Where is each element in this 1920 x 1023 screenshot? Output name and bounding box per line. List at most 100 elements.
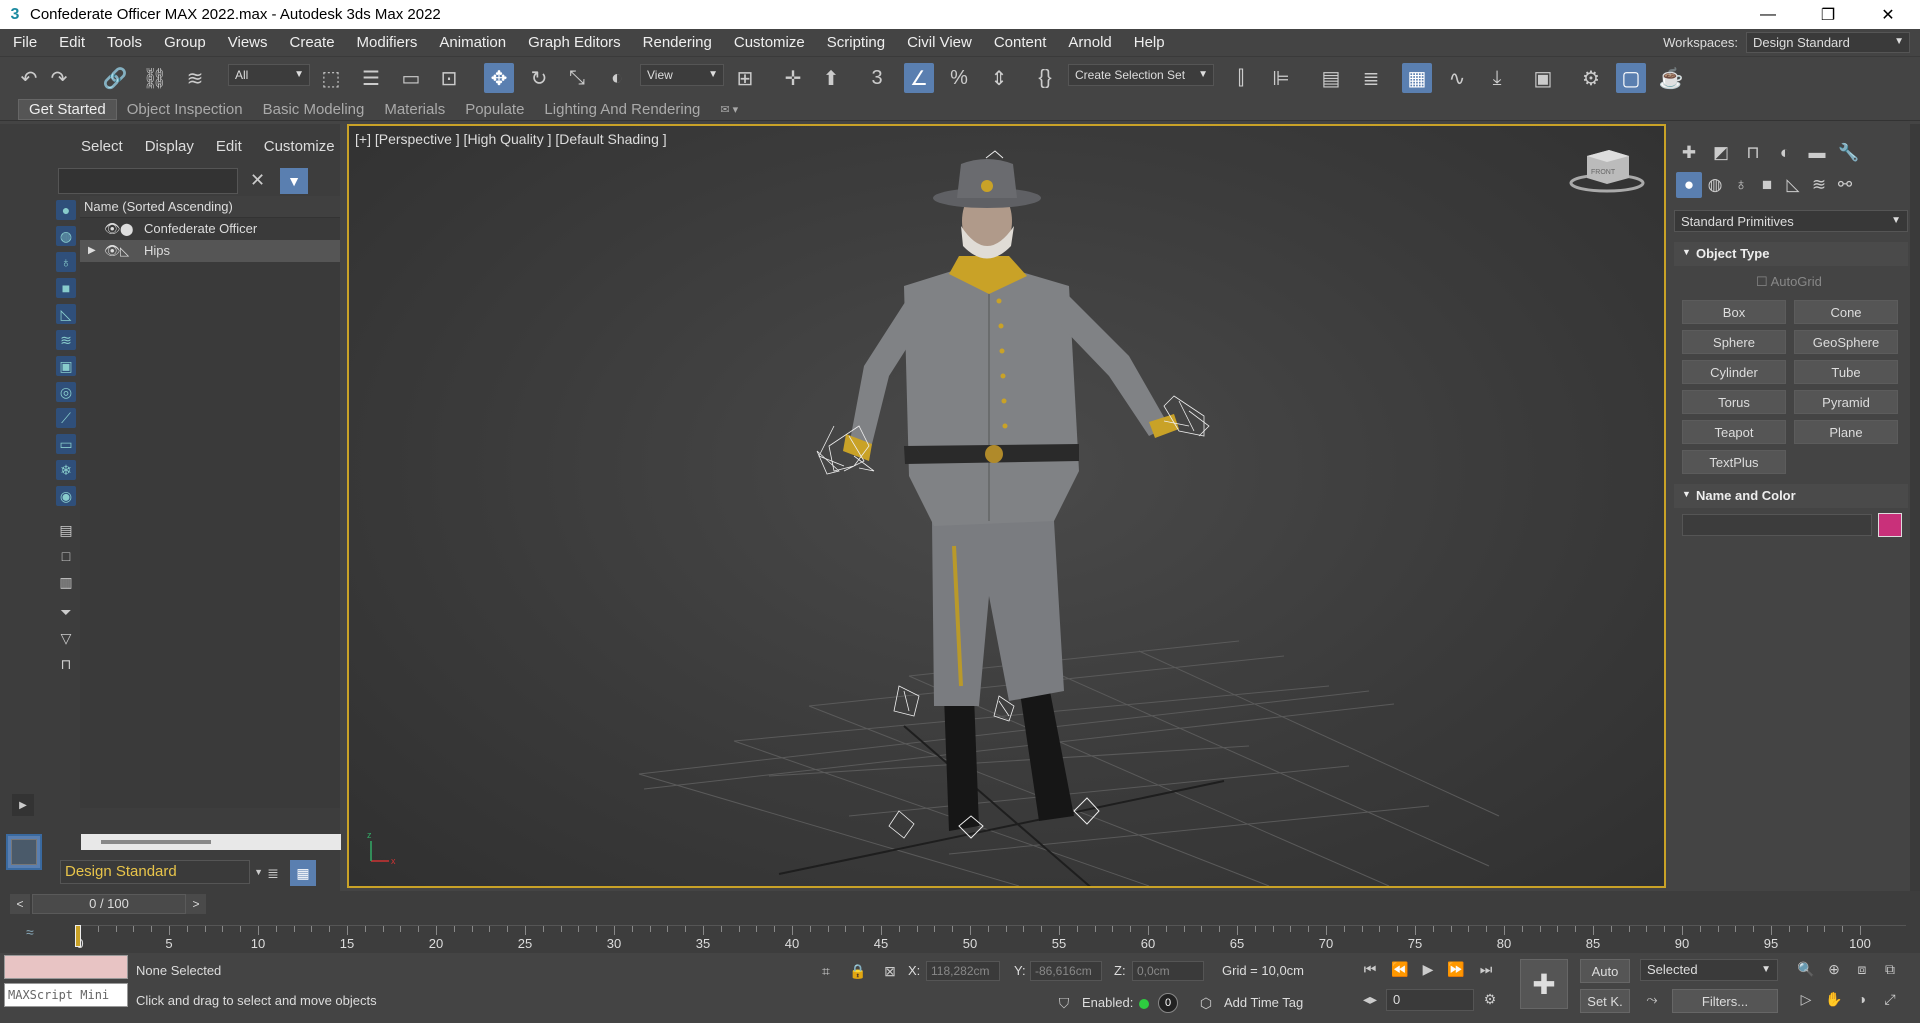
- motion-tab-icon[interactable]: ◐: [1772, 140, 1798, 166]
- helpers-category-icon[interactable]: ◺: [1780, 172, 1806, 198]
- geometry-category-icon[interactable]: ●: [1676, 172, 1702, 198]
- material-editor-icon[interactable]: ▣: [1528, 63, 1558, 93]
- go-to-end-icon[interactable]: ⏭: [1474, 957, 1498, 981]
- window-crossing-icon[interactable]: ⊡: [434, 63, 464, 93]
- render-setup-icon[interactable]: ⚙: [1576, 63, 1606, 93]
- adaptive-degradation-icon[interactable]: ⛉: [1052, 991, 1076, 1015]
- modify-tab-icon[interactable]: ◩: [1708, 140, 1734, 166]
- tab-lighting-and-rendering[interactable]: Lighting And Rendering: [534, 101, 710, 118]
- angle-snap-icon[interactable]: ∠: [904, 63, 934, 93]
- keyboard-shortcut-override-icon[interactable]: ⬆: [816, 63, 846, 93]
- display-xrefs-icon[interactable]: ◎: [56, 382, 76, 402]
- menu-views[interactable]: Views: [217, 34, 279, 51]
- render-production-icon[interactable]: ☕: [1656, 63, 1686, 93]
- display-geometry-icon[interactable]: ●: [56, 200, 76, 220]
- menu-graph-editors[interactable]: Graph Editors: [517, 34, 632, 51]
- select-object-icon[interactable]: ⬚: [316, 63, 346, 93]
- select-and-rotate-icon[interactable]: ↻: [524, 63, 554, 93]
- menu-scripting[interactable]: Scripting: [816, 34, 896, 51]
- explorer-tab-display[interactable]: Display: [134, 138, 205, 155]
- bind-space-warp-icon[interactable]: ≋: [180, 63, 210, 93]
- rendered-frame-window-icon[interactable]: ▢: [1616, 63, 1646, 93]
- layer-dropdown[interactable]: Design Standard ▼: [60, 860, 263, 884]
- play-icon[interactable]: ▶: [1416, 957, 1440, 981]
- minimize-button[interactable]: —: [1745, 0, 1791, 29]
- display-shapes-icon[interactable]: ◍: [56, 226, 76, 246]
- viewport-layout-tab[interactable]: [6, 834, 42, 870]
- object-type-rollout-header[interactable]: ▼ Object Type: [1674, 242, 1908, 266]
- perspective-viewport[interactable]: FRONT z x [+] [Perspective ] [High Quali…: [347, 124, 1666, 888]
- time-slider[interactable]: 0 / 100: [32, 894, 186, 914]
- key-filter-dropdown[interactable]: Selected ▼: [1640, 959, 1778, 981]
- explorer-horizontal-scrollbar[interactable]: [81, 834, 341, 850]
- tab-basic-modeling[interactable]: Basic Modeling: [253, 101, 375, 118]
- reference-coordinate-dropdown[interactable]: View ▼: [640, 64, 724, 86]
- pivot-center-icon[interactable]: ⊞: [730, 63, 760, 93]
- key-mode-toggle-icon[interactable]: ◂▸: [1358, 987, 1382, 1011]
- filter-funnel-icon[interactable]: ⏷: [56, 602, 76, 622]
- schematic-view-icon[interactable]: ⤓: [1482, 63, 1512, 93]
- cone-button[interactable]: Cone: [1794, 300, 1898, 324]
- menu-group[interactable]: Group: [153, 34, 217, 51]
- create-tab-icon[interactable]: ✚: [1676, 140, 1702, 166]
- close-button[interactable]: ✕: [1865, 0, 1911, 29]
- previous-frame-icon[interactable]: <: [10, 894, 30, 914]
- teapot-button[interactable]: Teapot: [1682, 420, 1786, 444]
- viewcube[interactable]: FRONT: [1569, 150, 1645, 193]
- pan-view-icon[interactable]: ✋: [1822, 987, 1846, 1011]
- maxscript-listener-output[interactable]: [4, 955, 128, 979]
- confederate-officer-model[interactable]: [816, 150, 1210, 839]
- tab-materials[interactable]: Materials: [374, 101, 455, 118]
- align-icon[interactable]: ⊫: [1266, 63, 1296, 93]
- display-tab-icon[interactable]: ▬: [1804, 140, 1830, 166]
- key-filters-button[interactable]: Filters...: [1672, 989, 1778, 1013]
- tab-object-inspection[interactable]: Object Inspection: [117, 101, 253, 118]
- hierarchy-tab-icon[interactable]: ⊓: [1740, 140, 1766, 166]
- toggle-scene-explorer-icon[interactable]: ▤: [1316, 63, 1346, 93]
- geometry-type-dropdown[interactable]: Standard Primitives ▼: [1674, 210, 1908, 232]
- plane-button[interactable]: Plane: [1794, 420, 1898, 444]
- explorer-tab-edit[interactable]: Edit: [205, 138, 253, 155]
- cylinder-button[interactable]: Cylinder: [1682, 360, 1786, 384]
- menu-content[interactable]: Content: [983, 34, 1058, 51]
- toggle-layer-explorer-icon[interactable]: ≣: [1356, 63, 1386, 93]
- tab-get-started[interactable]: Get Started: [18, 98, 117, 120]
- rectangular-selection-icon[interactable]: ▭: [396, 63, 426, 93]
- display-groups-icon[interactable]: ▣: [56, 356, 76, 376]
- display-containers-icon[interactable]: ▭: [56, 434, 76, 454]
- menu-customize[interactable]: Customize: [723, 34, 816, 51]
- curve-editor-icon[interactable]: ∿: [1442, 63, 1472, 93]
- undo-icon[interactable]: ↶: [14, 63, 44, 93]
- scrollbar-thumb[interactable]: [101, 840, 211, 844]
- select-and-link-icon[interactable]: 🔗: [100, 63, 130, 93]
- tree-row[interactable]: 👁 ⬤ Confederate Officer: [80, 218, 340, 240]
- menu-file[interactable]: File: [2, 34, 48, 51]
- go-to-start-icon[interactable]: ⏮: [1358, 957, 1382, 981]
- orbit-icon[interactable]: ◑: [1850, 987, 1874, 1011]
- zoom-extents-icon[interactable]: ⧈: [1850, 957, 1874, 981]
- eye-icon[interactable]: 👁: [104, 240, 121, 262]
- previous-key-icon[interactable]: ⏪: [1388, 957, 1412, 981]
- select-by-name-icon[interactable]: ☰: [356, 63, 386, 93]
- time-configuration-icon[interactable]: ⚙: [1478, 987, 1502, 1011]
- explorer-tab-select[interactable]: Select: [70, 138, 134, 155]
- explorer-tab-customize[interactable]: Customize: [253, 138, 346, 155]
- menu-arnold[interactable]: Arnold: [1057, 34, 1122, 51]
- snaps-toggle-icon[interactable]: 3: [862, 63, 892, 93]
- zoom-all-icon[interactable]: ⊕: [1822, 957, 1846, 981]
- zoom-extents-all-icon[interactable]: ⧉: [1878, 957, 1902, 981]
- tube-button[interactable]: Tube: [1794, 360, 1898, 384]
- z-coordinate-field[interactable]: 0,0cm: [1132, 961, 1204, 981]
- menu-help[interactable]: Help: [1123, 34, 1176, 51]
- ribbon-options-icon[interactable]: ✉ ▾: [710, 103, 748, 116]
- menu-modifiers[interactable]: Modifiers: [346, 34, 429, 51]
- layer-explorer-icon[interactable]: ≣: [260, 860, 286, 886]
- expand-panel-icon[interactable]: ▶: [12, 794, 34, 816]
- viewport-label[interactable]: [+] [Perspective ] [High Quality ] [Defa…: [355, 131, 667, 147]
- lights-category-icon[interactable]: ♁: [1728, 172, 1754, 198]
- display-lights-icon[interactable]: ♁: [56, 252, 76, 272]
- eye-icon[interactable]: 👁: [104, 218, 121, 240]
- menu-animation[interactable]: Animation: [428, 34, 517, 51]
- time-cursor[interactable]: [75, 925, 81, 947]
- explorer-search-input[interactable]: [58, 168, 238, 194]
